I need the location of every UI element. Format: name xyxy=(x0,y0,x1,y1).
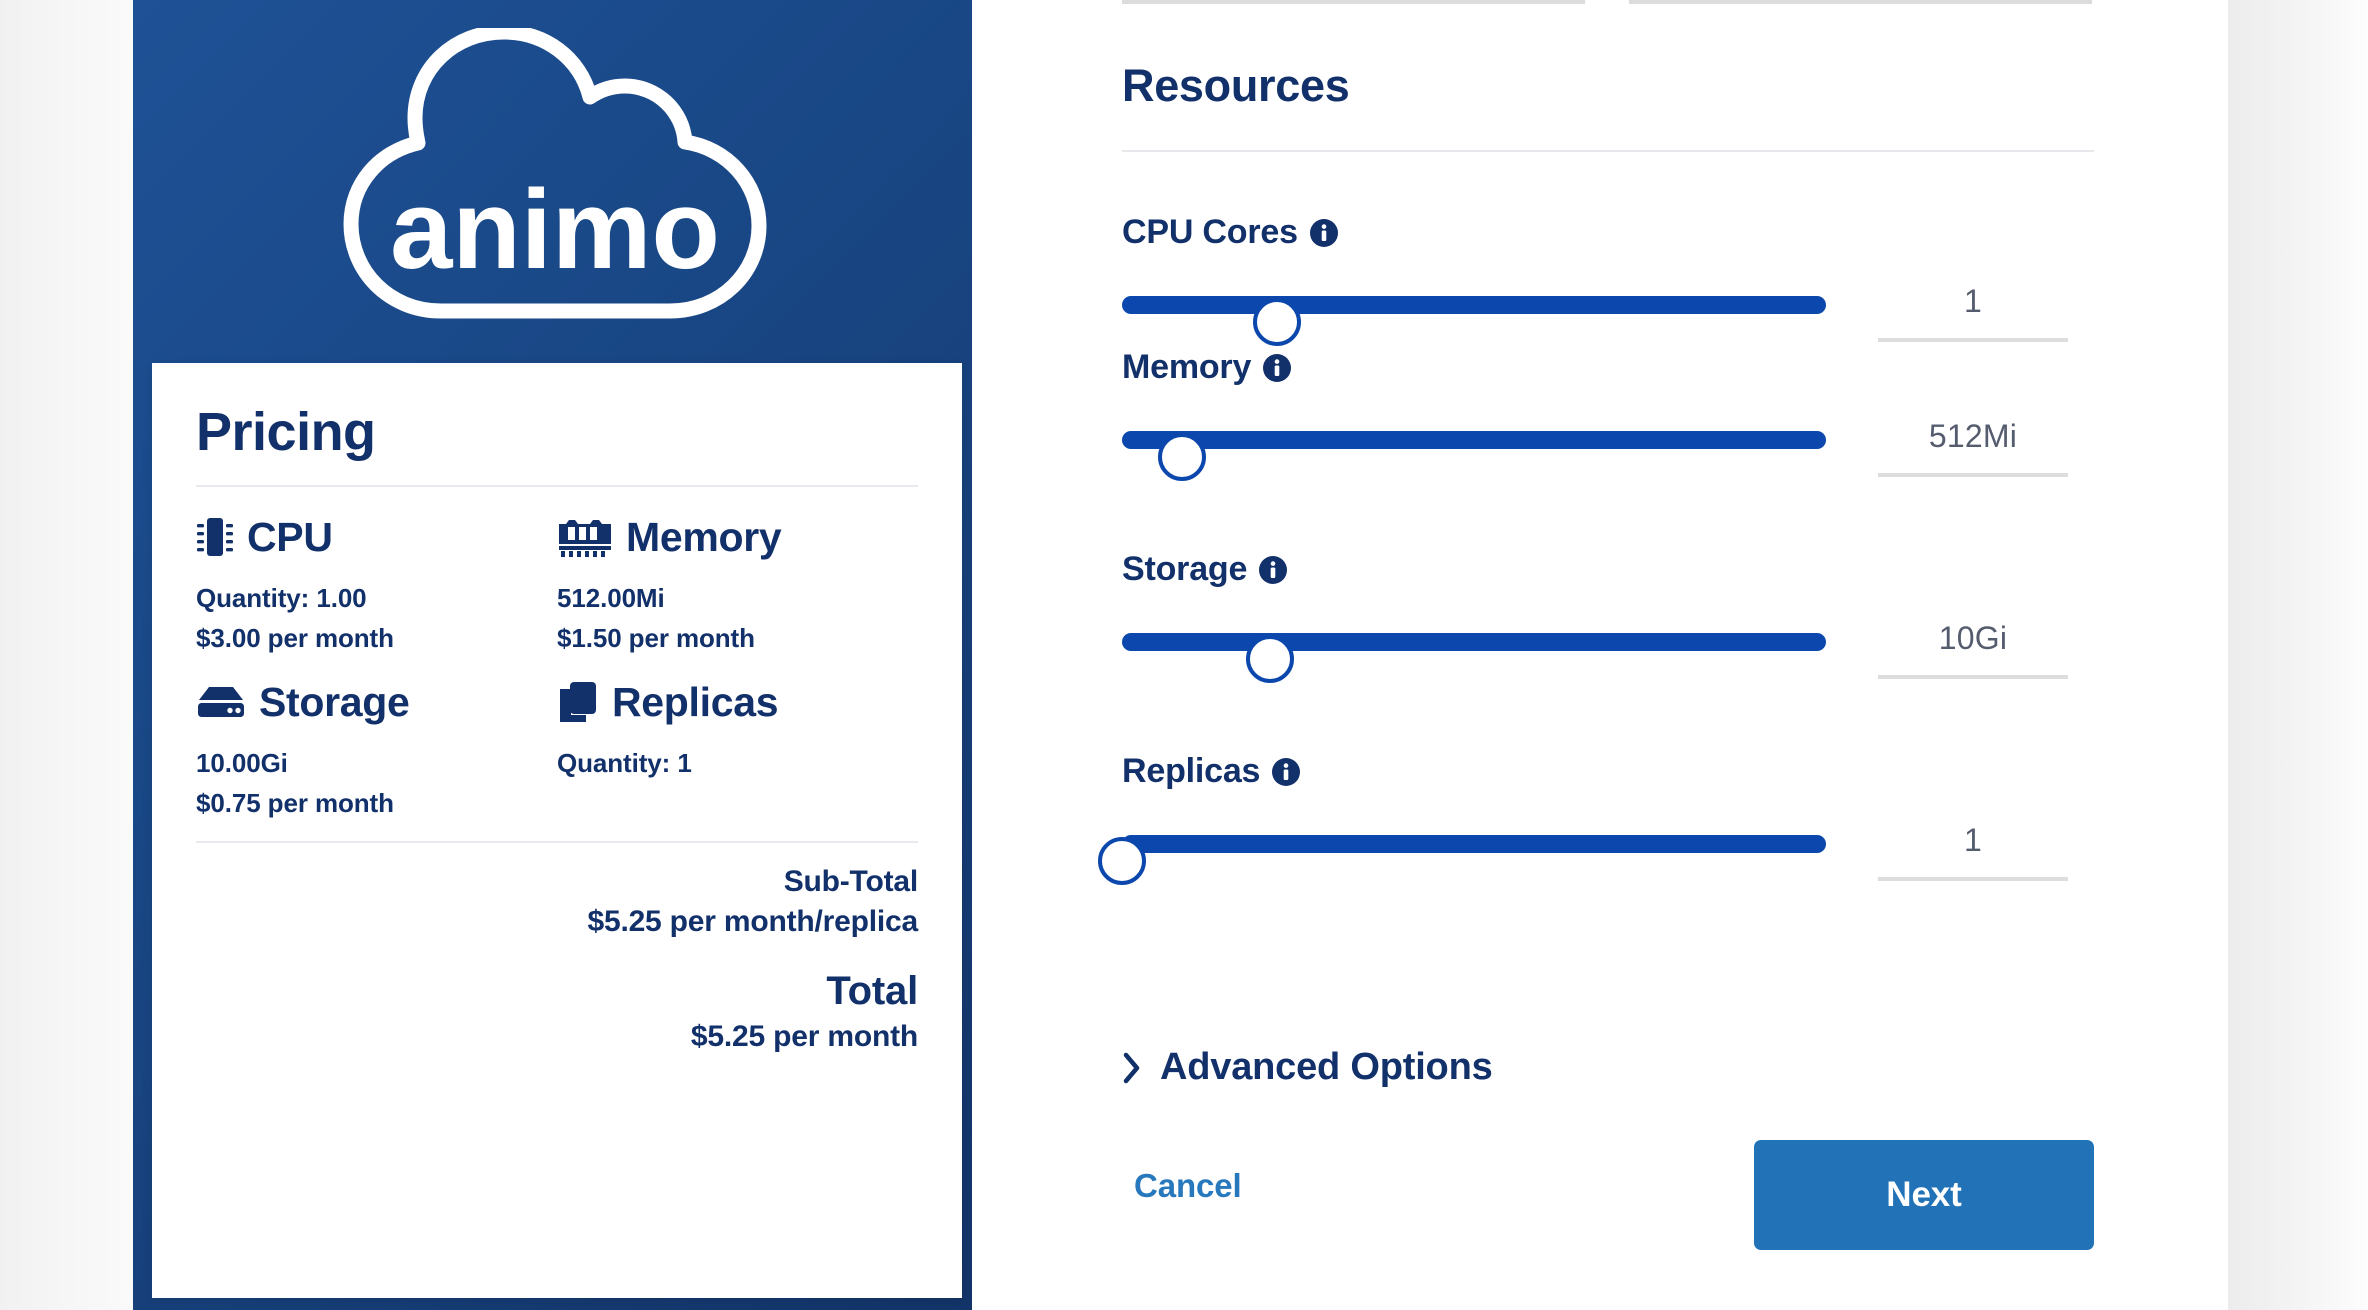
advanced-options-label: Advanced Options xyxy=(1160,1046,1493,1088)
advanced-options-toggle[interactable]: Advanced Options xyxy=(1122,1046,1493,1089)
cloud-icon: animo xyxy=(343,28,766,319)
slider-row-cpu-cores: 1 xyxy=(1122,278,2094,346)
cancel-button[interactable]: Cancel xyxy=(1128,1166,1248,1206)
field-storage: Storage 10Gi xyxy=(1122,550,2094,683)
pricing-item-cost: $3.00 per month xyxy=(196,622,394,653)
next-button[interactable]: Next xyxy=(1754,1140,2094,1250)
value-text: 1 xyxy=(1964,822,1982,858)
total-label: Total xyxy=(826,969,918,1014)
pricing-title: Pricing xyxy=(196,402,376,462)
value-underline xyxy=(1878,675,2068,679)
form-footer: Cancel Next xyxy=(1122,1140,2094,1250)
pricing-item-storage: Storage 10.00Gi $0.75 per month xyxy=(196,676,557,841)
value-field-cpu-cores[interactable]: 1 xyxy=(1878,278,2068,342)
slider-track-storage[interactable] xyxy=(1122,633,1826,683)
total-value: $5.25 per month xyxy=(690,1020,918,1054)
value-field-replicas[interactable]: 1 xyxy=(1878,817,2068,881)
slider-thumb-memory[interactable] xyxy=(1157,433,1206,481)
value-underline xyxy=(1878,473,2068,477)
pricing-card: Pricing CPU Quantity: 1.00 $3.00 per mon… xyxy=(152,363,962,1298)
pricing-item-label: Memory xyxy=(626,513,782,560)
page-gutter-right xyxy=(2228,0,2368,1310)
field-label-storage: Storage xyxy=(1122,550,2094,589)
pricing-item-label: Storage xyxy=(259,678,410,725)
slider-track-cpu-cores[interactable] xyxy=(1122,296,1826,346)
field-label-text: Memory xyxy=(1122,348,1252,386)
slider-track-replicas[interactable] xyxy=(1098,835,1826,885)
field-label-text: Storage xyxy=(1122,550,1248,588)
slider-row-memory: 512Mi xyxy=(1122,413,2094,481)
slider-thumb-storage[interactable] xyxy=(1245,635,1294,683)
subtotal-value: $5.25 per month/replica xyxy=(587,905,918,939)
pricing-wizard-page: animo Pricing CPU Quantity: 1.00 $3.00 p… xyxy=(0,0,2368,1310)
pricing-item-quantity: Quantity: 1 xyxy=(557,748,692,779)
pricing-item-quantity: 10.00Gi xyxy=(196,748,288,779)
field-underline-right xyxy=(1629,0,2092,4)
cpu-chip-icon xyxy=(197,518,233,556)
field-label-memory: Memory xyxy=(1122,348,2094,387)
pricing-item-cost: $0.75 per month xyxy=(196,787,394,818)
info-icon[interactable] xyxy=(1271,757,1301,787)
section-title: Resources xyxy=(1122,60,1350,111)
value-underline xyxy=(1878,338,2068,342)
pricing-item-cpu: CPU Quantity: 1.00 $3.00 per month xyxy=(196,511,557,676)
info-icon[interactable] xyxy=(1262,353,1292,383)
field-label-text: CPU Cores xyxy=(1122,213,1298,251)
slider-thumb-replicas[interactable] xyxy=(1098,837,1146,885)
field-cpu-cores: CPU Cores 1 xyxy=(1122,213,2094,346)
pricing-totals: Sub-Total $5.25 per month/replica Total … xyxy=(152,843,962,1054)
field-memory: Memory 512Mi xyxy=(1122,348,2094,481)
section-divider xyxy=(1122,150,2094,152)
copy-stack-icon xyxy=(560,682,596,723)
pricing-item-memory: Memory 512.00Mi $1.50 per month xyxy=(557,511,918,676)
brand-logo-text: animo xyxy=(390,167,720,292)
hard-drive-icon xyxy=(198,687,244,718)
slider-track-memory[interactable] xyxy=(1122,431,1826,481)
pricing-item-replicas: Replicas Quantity: 1 xyxy=(557,676,918,841)
pricing-item-label: Replicas xyxy=(612,678,779,725)
field-underline-left xyxy=(1122,0,1585,4)
slider-row-replicas: 1 xyxy=(1098,817,2094,885)
pricing-item-label: CPU xyxy=(247,513,333,560)
value-text: 1 xyxy=(1964,283,1982,319)
pricing-item-cost: $1.50 per month xyxy=(557,622,755,653)
previous-section-field-underlines xyxy=(1122,0,2092,4)
field-replicas: Replicas 1 xyxy=(1098,752,2094,885)
pricing-item-quantity: 512.00Mi xyxy=(557,583,665,613)
info-icon[interactable] xyxy=(1258,555,1288,585)
value-text: 10Gi xyxy=(1938,620,2008,656)
slider-row-storage: 10Gi xyxy=(1122,615,2094,683)
field-label-text: Replicas xyxy=(1122,752,1261,790)
slider-thumb-cpu-cores[interactable] xyxy=(1252,298,1301,346)
value-field-storage[interactable]: 10Gi xyxy=(1878,615,2068,679)
field-label-replicas: Replicas xyxy=(1122,752,2094,791)
value-underline xyxy=(1878,877,2068,881)
subtotal-label: Sub-Total xyxy=(783,865,918,899)
value-text: 512Mi xyxy=(1928,418,2018,454)
pricing-item-quantity: Quantity: 1.00 xyxy=(196,583,367,613)
brand-logo: animo xyxy=(133,28,972,328)
page-gutter-left xyxy=(0,0,133,1310)
field-label-cpu-cores: CPU Cores xyxy=(1122,213,2094,252)
info-icon[interactable] xyxy=(1309,218,1339,248)
pricing-divider-top xyxy=(196,485,918,487)
pricing-resource-grid: CPU Quantity: 1.00 $3.00 per month Memor… xyxy=(196,511,918,841)
memory-stick-icon xyxy=(559,520,611,557)
value-field-memory[interactable]: 512Mi xyxy=(1878,413,2068,477)
chevron-right-icon xyxy=(1123,1052,1140,1083)
resources-form-panel: Resources CPU Cores 1 Memory 512Mi Stora… xyxy=(972,0,2228,1310)
